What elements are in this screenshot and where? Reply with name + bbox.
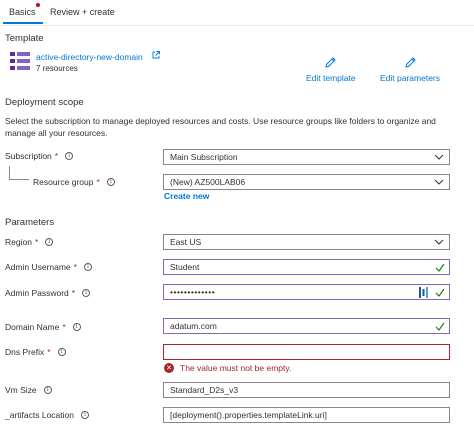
tab-error-dot [36,3,40,7]
password-manager-icon[interactable] [419,287,429,298]
dns-prefix-label: Dns Prefix * i [5,347,66,357]
admin-password-value: ••••••••••••• [170,287,216,297]
required-asterisk: * [71,288,76,298]
checkmark-icon [435,288,445,297]
deployment-scope-title: Deployment scope [5,97,84,108]
admin-username-value: Student [170,262,200,272]
dns-prefix-input[interactable] [163,344,450,360]
required-asterisk: * [47,347,51,357]
error-icon: ✕ [164,363,174,373]
template-icon [10,52,30,70]
region-label-text: Region [5,237,32,247]
region-select[interactable]: East US [163,234,450,250]
info-icon[interactable]: i [45,238,54,246]
required-asterisk: * [96,177,100,187]
vm-size-value: Standard_D2s_v3 [170,385,239,395]
pencil-icon [404,57,416,68]
admin-username-input[interactable]: Student [163,259,450,275]
info-icon[interactable]: i [57,348,66,356]
edit-parameters-label: Edit parameters [380,73,440,83]
artifacts-location-value: [deployment().properties.templateLink.ur… [170,410,327,420]
domain-name-value: adatum.com [170,321,217,331]
tab-bar: Basics Review + create [0,0,474,26]
subscription-label: Subscription * i [5,151,74,161]
edit-parameters-button[interactable]: Edit parameters [380,56,440,83]
domain-name-label-text: Domain Name [5,322,60,332]
deployment-scope-description: Select the subscription to manage deploy… [5,116,436,138]
pencil-icon [325,57,337,68]
external-link-icon[interactable] [152,51,160,59]
info-icon[interactable]: i [106,178,115,186]
edit-template-label: Edit template [306,73,356,83]
chevron-down-icon [434,179,444,185]
template-section-title: Template [5,33,44,44]
info-icon[interactable]: i [83,263,92,271]
dns-prefix-error-text: The value must not be empty. [180,363,292,373]
artifacts-location-label: _artifacts Location i [5,410,89,420]
info-icon[interactable]: i [72,323,81,331]
region-value: East US [170,237,202,247]
info-icon[interactable]: i [80,411,89,419]
admin-password-label-text: Admin Password [5,288,69,298]
vm-size-label-text: Vm Size [5,385,37,395]
admin-password-label: Admin Password * i [5,288,91,298]
create-new-link[interactable]: Create new [164,191,209,201]
resource-group-select[interactable]: (New) AZ500LAB06 [163,174,450,190]
region-label: Region * i [5,237,54,247]
info-icon[interactable]: i [65,152,74,160]
domain-name-input[interactable]: adatum.com [163,318,450,334]
dns-prefix-error: ✕ The value must not be empty. [164,363,291,373]
tab-active-indicator [3,22,43,24]
vm-size-input[interactable]: Standard_D2s_v3 [163,382,450,398]
resource-group-label-text: Resource group [33,177,94,187]
admin-password-input[interactable]: ••••••••••••• [163,284,450,300]
info-icon[interactable]: i [43,386,52,394]
required-asterisk: * [54,151,59,161]
tree-connector [9,166,29,180]
required-asterisk: * [34,237,39,247]
subscription-value: Main Subscription [170,152,238,162]
vm-size-label: Vm Size i [5,385,52,395]
tab-review-create[interactable]: Review + create [50,7,115,17]
resource-group-label: Resource group * i [33,177,115,187]
artifacts-location-input[interactable]: [deployment().properties.templateLink.ur… [163,407,450,423]
dns-prefix-label-text: Dns Prefix [5,347,45,357]
required-asterisk: * [73,262,77,272]
admin-username-label-text: Admin Username [5,262,71,272]
checkmark-icon [435,263,445,272]
admin-username-label: Admin Username * i [5,262,92,272]
required-asterisk: * [62,322,66,332]
artifacts-location-label-text: _artifacts Location [5,410,74,420]
subscription-select[interactable]: Main Subscription [163,149,450,165]
resource-group-value: (New) AZ500LAB06 [170,177,246,187]
subscription-label-text: Subscription [5,151,52,161]
checkmark-icon [435,322,445,331]
info-icon[interactable]: i [82,289,91,297]
chevron-down-icon [434,239,444,245]
parameters-title: Parameters [5,217,55,228]
tab-basics[interactable]: Basics [9,7,36,17]
chevron-down-icon [434,154,444,160]
domain-name-label: Domain Name * i [5,322,81,332]
template-resource-count: 7 resources [36,64,78,73]
edit-template-button[interactable]: Edit template [306,56,356,83]
template-name-link[interactable]: active-directory-new-domain [36,52,143,62]
tab-bar-divider [0,25,474,26]
